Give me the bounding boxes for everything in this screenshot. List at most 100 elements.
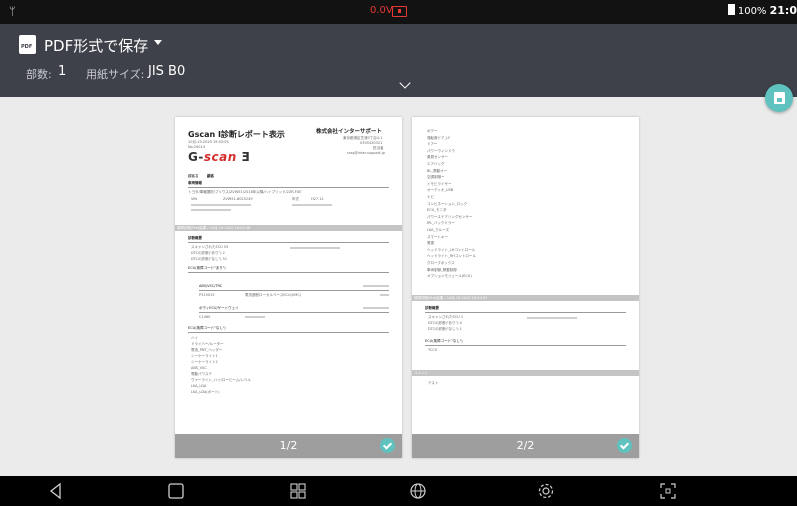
summary-scanned: スキャンされたECU 1 [428,315,464,319]
text-line [292,204,332,206]
list-item: パワーステアリングセンサー [427,214,473,219]
settings-gear-icon[interactable] [531,476,561,506]
dtc-no-header: ECU(故障コード"なし") [188,326,226,330]
dtc-desc-1: 電流遮断ローカルベースECU(VMC) [245,293,302,297]
list-item: 乗員センサー [427,155,448,160]
scan-result-bar: 故障診断(Pre)結果 / 10月-19-2020 19:03:57 [412,295,639,301]
customer-value: 顧客 [207,174,214,178]
list-item: ドアー [427,142,438,147]
page-selected-check-icon[interactable] [380,438,395,453]
summary-title: 診断概要 [425,306,439,310]
text-line [290,247,340,249]
vehicle-info-heading: 車両情報 [188,181,202,185]
text-line [363,285,389,287]
list-item: ナビ [427,195,434,199]
voltage-readout: 0.0V [370,5,393,16]
list-item: ヘッドライト_LHコントロール [427,247,476,252]
summary-scanned: スキャンされたECU 53 [191,245,229,249]
dtc-code-1: P315013 [199,293,215,297]
battery-level: 100% [737,6,767,17]
list-item: LKA_クルーズ [427,228,450,232]
list-item: コンビネーション_ロック [427,201,468,206]
clock: 21:0 [769,4,797,17]
vehicle-line: トヨタ/車種選択/プリウス/ZVW51/2016年以降/ハイブリッド/2ZR-F… [188,190,302,194]
page-preview-1[interactable]: Gscan Ⅰ診断レポート表示 10月-19-2020 19:03:05 No.… [175,117,402,458]
company-name: 株式会社インターサポート [316,129,382,135]
summary-dtc-no: DTCの診断("なし") 51 [191,257,228,261]
globe-icon[interactable] [403,476,433,506]
divider [188,242,389,243]
divider [188,332,389,333]
list-item: 車両制御_積載制御 [427,267,457,272]
text-line [363,307,389,309]
list-item: パワーウィンドウ [427,148,455,153]
page-footer: 2/2 [412,434,639,458]
page-number: 2/2 [516,439,535,452]
vin-label: VIN [191,197,198,201]
text-line [191,209,231,211]
text-line [380,294,389,296]
pdf-file-icon [19,35,36,54]
divider [199,312,389,313]
list-item: 電動パワステ [191,372,212,376]
save-pdf-button[interactable] [765,84,793,112]
divider [188,187,389,188]
divider [425,312,626,313]
dtc-code-2: C1460 [199,315,211,319]
company-mail: csss@inter-support.jp [347,151,385,155]
list-item: シーケーライト2 [191,360,218,364]
paper-size-label: 用紙サイズ: [86,68,145,81]
page-preview-2[interactable]: ボデー 運転席ドア_LF ドアー パワーウィンドウ 乗員センサー エアバッグ BL_電動オー… [412,117,639,458]
dtc-yes-header: ECU(故障コード"あり") [188,266,226,270]
list-item: ヴァーライト_ハイ/ロービーム/レベル [191,378,251,382]
recent-apps-icon[interactable] [283,476,313,506]
year-value: H27.12 [311,197,324,201]
divider [188,272,389,273]
list-item: IPL_バックミラー [427,221,455,226]
chevron-down-icon[interactable] [154,40,162,45]
back-icon[interactable] [41,476,71,506]
comment-text: テスト [428,381,439,385]
print-options-header: PDF形式で保存 部数: 1 用紙サイズ: JIS B0 [0,24,797,97]
year-label: 年式 [292,197,299,201]
list-item: LKA_LDA [191,384,207,388]
home-icon[interactable] [161,476,191,506]
usb-icon: ᛘ [9,5,16,18]
divider [199,290,389,291]
expand-options-icon[interactable] [399,77,411,89]
summary-dtc-yes: DTCの診断("あり") 2 [191,251,225,255]
list-item: 電源 [427,241,434,246]
list-item: 運転席ドア_LF [427,135,451,140]
page-selected-check-icon[interactable] [617,438,632,453]
car-battery-warning-icon [392,6,407,17]
list-item: ハイ [191,336,198,340]
copies-label: 部数: [26,68,52,81]
dtc-no-header: ECU(故障コード"なし") [425,339,463,343]
list-item: イモビライザー [427,181,452,186]
list-item: オーディオ_USB [427,188,454,193]
navigation-bar [0,476,797,506]
paper-size-value[interactable]: JIS B0 [148,64,185,79]
printer-select[interactable]: PDF形式で保存 [44,35,148,56]
scan-result-bar: 故障診断(Pre)結果 / 10月-19-2020 19:03:48 [175,225,402,231]
list-item: ヘッドライト_RHコントロール [427,254,476,259]
summary-dtc-yes: DTCの診断("あり") 0 [428,321,462,325]
list-item: ABS_VSC [191,366,207,370]
dtc-no-item: TCCS [428,348,438,352]
screenshot-icon[interactable] [653,476,683,506]
list-item: シーケーライト1 [191,354,218,358]
status-right: 100% 21:0 [727,4,797,17]
list-item: スマートキー [427,234,448,239]
summary-title: 診断概要 [188,236,202,240]
list-item: グローブボックス [427,261,455,265]
list-item: 空調制御ー [427,175,445,180]
text-line [191,204,251,206]
copies-value[interactable]: 1 [58,64,66,79]
status-bar: ᛘ 0.0V 100% 21:0 [0,0,797,24]
list-item: オプションモジュール(ECU) [427,274,472,279]
vin-value: ZVW51-8025249 [223,197,253,201]
customer-label: 顧客名 [188,174,199,178]
summary-dtc-no: DTCの診断("なし") 1 [428,327,462,331]
page-number: 1/2 [279,439,298,452]
dtc-yes-ecu-1: ABS/VSC/TRC [199,284,223,288]
